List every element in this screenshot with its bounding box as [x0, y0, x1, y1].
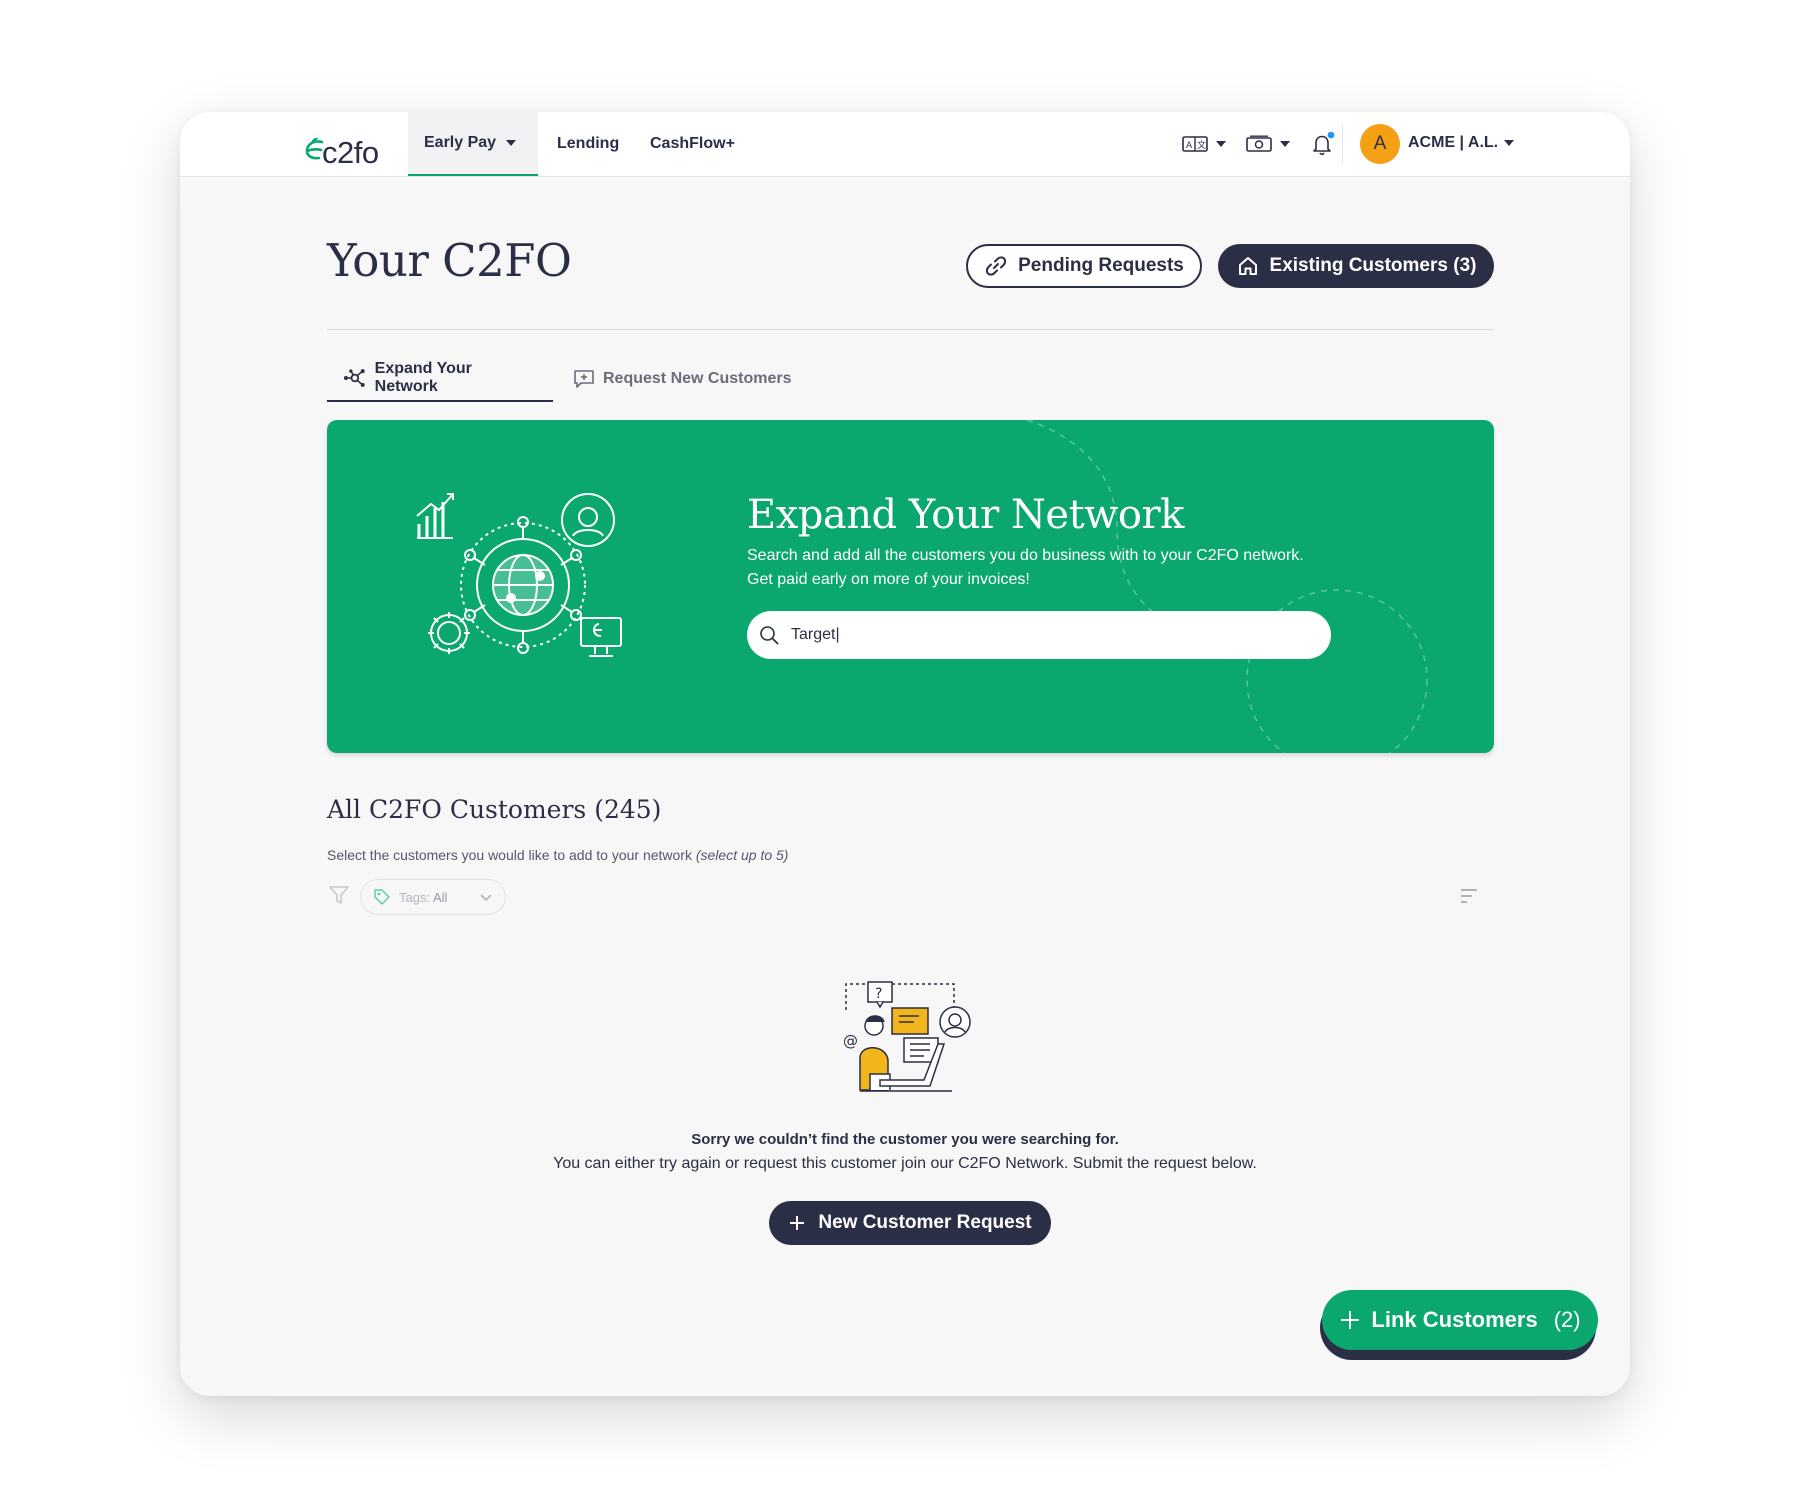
app-window: c2fo Early Pay Lending CashFlow+ A 文 A A… [180, 112, 1630, 1396]
link-customers-label: Link Customers [1371, 1307, 1538, 1332]
customers-section-title: All C2FO Customers (245) [327, 795, 662, 824]
nav-lending[interactable]: Lending [557, 112, 619, 176]
tags-filter-value: All [432, 889, 448, 905]
tags-filter-label: Tags: All [399, 890, 447, 905]
top-nav-bar: c2fo Early Pay Lending CashFlow+ A 文 A A… [180, 112, 1630, 177]
pending-requests-label: Pending Requests [1018, 255, 1184, 276]
plus-icon [790, 1216, 805, 1230]
nav-early-pay-label: Early Pay [424, 134, 497, 151]
svg-text:?: ? [875, 986, 882, 1002]
tab-expand-network[interactable]: Expand Your Network [327, 356, 553, 402]
header-divider-line [327, 329, 1494, 330]
home-icon [1238, 257, 1257, 275]
header-divider [1342, 124, 1343, 164]
link-icon [986, 256, 1007, 276]
currency-selector[interactable] [1246, 132, 1290, 156]
page-title: Your C2FO [327, 234, 572, 287]
existing-customers-label: Existing Customers (3) [1269, 255, 1477, 276]
account-menu[interactable]: ACME | A.L. [1408, 134, 1515, 152]
existing-customers-button[interactable]: Existing Customers (3) [1218, 244, 1494, 288]
bell-icon [1313, 132, 1335, 155]
notifications-button[interactable] [1310, 132, 1336, 156]
customers-subtitle-main: Select the customers you would like to a… [327, 847, 696, 863]
pending-requests-button[interactable]: Pending Requests [966, 244, 1202, 288]
banner-subtitle-line1: Search and add all the customers you do … [747, 547, 1304, 564]
nav-cashflow[interactable]: CashFlow+ [650, 112, 735, 176]
svg-text:文: 文 [1197, 139, 1206, 151]
tab-expand-network-label: Expand Your Network [374, 360, 472, 395]
c2fo-logo[interactable]: c2fo [302, 124, 379, 168]
customers-section-subtitle: Select the customers you would like to a… [327, 847, 788, 863]
link-customers-count: (2) [1553, 1307, 1581, 1332]
chevron-down-icon [506, 140, 517, 146]
empty-state-heading: Sorry we couldn’t find the customer you … [691, 1131, 1119, 1148]
customers-subtitle-note: (select up to 5) [695, 847, 789, 863]
avatar[interactable]: A [1360, 124, 1400, 164]
notification-dot [1327, 132, 1335, 139]
banner-subtitle-line2: Get paid early on more of your invoices! [747, 571, 1030, 588]
network-globe-illustration [416, 493, 622, 657]
new-customer-request-button[interactable]: New Customer Request [769, 1201, 1051, 1245]
add-comment-icon [574, 370, 594, 388]
new-customer-request-label: New Customer Request [818, 1212, 1032, 1233]
chevron-down-icon [1280, 141, 1290, 147]
svg-text:A: A [1186, 141, 1193, 151]
tab-request-new-customers-label: Request New Customers [603, 370, 792, 387]
support-person-illustration: ? @ [843, 981, 971, 1092]
plus-icon [1341, 1311, 1360, 1329]
nav-early-pay[interactable]: Early Pay [408, 112, 538, 176]
filter-icon[interactable] [328, 884, 350, 906]
tags-filter-prefix: Tags: [399, 889, 433, 905]
translate-icon: A 文 [1182, 136, 1208, 152]
tab-request-new-customers[interactable]: Request New Customers [573, 356, 792, 402]
network-icon [343, 369, 365, 387]
empty-state-body: You can either try again or request this… [553, 1155, 1257, 1172]
banner-title: Expand Your Network [747, 492, 1184, 538]
search-icon [760, 626, 779, 645]
money-icon [1246, 135, 1272, 152]
expand-network-banner: Expand Your Network Search and add all t… [327, 420, 1494, 753]
nav-cashflow-label: CashFlow+ [650, 135, 735, 152]
logo-text: c2fo [322, 135, 379, 170]
chevron-down-icon [480, 894, 492, 902]
link-customers-button[interactable]: Link Customers (2) [1322, 1290, 1598, 1350]
chevron-down-icon [1216, 141, 1226, 147]
account-label: ACME | A.L. [1408, 134, 1499, 151]
chevron-down-icon [1504, 140, 1515, 146]
customer-search-box[interactable] [747, 611, 1331, 659]
customer-search-input[interactable] [789, 625, 1273, 645]
language-selector[interactable]: A 文 [1182, 132, 1226, 156]
tag-icon [374, 889, 390, 905]
banner-subtitle: Search and add all the customers you do … [747, 544, 1367, 592]
sort-icon[interactable] [1460, 888, 1478, 904]
svg-text:@: @ [843, 1032, 858, 1050]
nav-lending-label: Lending [557, 135, 620, 152]
tags-filter-dropdown[interactable]: Tags: All [360, 879, 506, 915]
